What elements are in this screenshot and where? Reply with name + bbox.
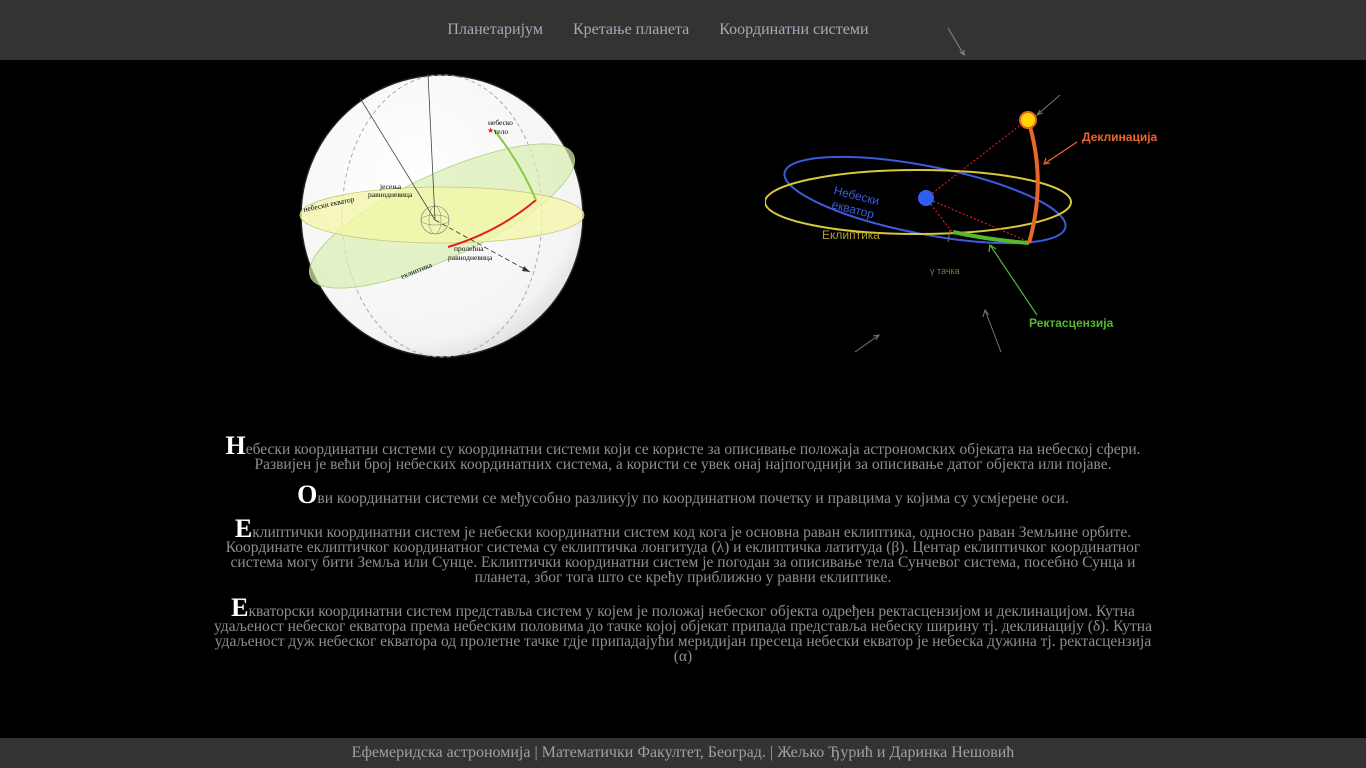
paragraph-ecliptic: Еклиптички координатни систем је небески… (210, 516, 1156, 586)
label-gamma-point: γ тачка (930, 266, 960, 276)
dropcap: О (297, 480, 318, 509)
paragraph-text: клиптички координатни систем је небески … (225, 524, 1141, 586)
label-autumn-equinox-2: равнодневица (368, 190, 413, 199)
equator-plane (299, 186, 585, 244)
paragraph-text: кваторски координатни систем представља … (214, 603, 1152, 665)
paragraph-equatorial: Екваторски координатни систем представља… (210, 595, 1156, 665)
label-celestial-body: небеско (488, 118, 513, 127)
earth-dot (918, 190, 934, 206)
celestial-sphere-diagram: ★ небеско тело небески екватор јесења ра… (299, 73, 585, 358)
label-ecliptic: Еклиптика (822, 228, 880, 242)
label-celestial-body-2: тело (494, 127, 508, 136)
nav-link-planetarium[interactable]: Планетаријум (447, 21, 543, 39)
label-spring-equinox: пролећна (454, 244, 484, 253)
label-spring-equinox-2: равнодневица (448, 253, 493, 262)
cursor-arrow-icon (947, 27, 965, 56)
dropcap: Н (225, 431, 246, 460)
label-right-ascension: Ректасцензија (1029, 316, 1114, 330)
page-footer: Ефемеридска астрономија | Математички Фа… (0, 738, 1366, 768)
paragraph-text: ебески координатни системи су координатн… (245, 441, 1141, 473)
article-content: Небески координатни системи су координат… (210, 433, 1156, 677)
paragraph-text: ви координатни системи се међусобно разл… (317, 490, 1069, 507)
paragraph-difference: Ови координатни системи се међусобно раз… (210, 482, 1156, 508)
sun-dot (1019, 111, 1037, 129)
label-declination: Деклинација (1082, 130, 1158, 144)
nav-link-coordinate-systems[interactable]: Координатни системи (719, 21, 868, 39)
footer-text: Ефемеридска астрономија | Математички Фа… (351, 744, 1015, 761)
ecliptic-ring (765, 169, 1072, 235)
nav-link-planet-motion[interactable]: Кретање планета (573, 21, 689, 39)
top-navigation-bar: Планетаријум Кретање планета Координатни… (0, 0, 1366, 60)
paragraph-intro: Небески координатни системи су координат… (210, 433, 1156, 473)
equatorial-coordinates-diagram: Деклинација Небески екватор Еклиптика γ … (765, 94, 1158, 353)
main-nav: Планетаријум Кретање планета Координатни… (447, 21, 868, 39)
